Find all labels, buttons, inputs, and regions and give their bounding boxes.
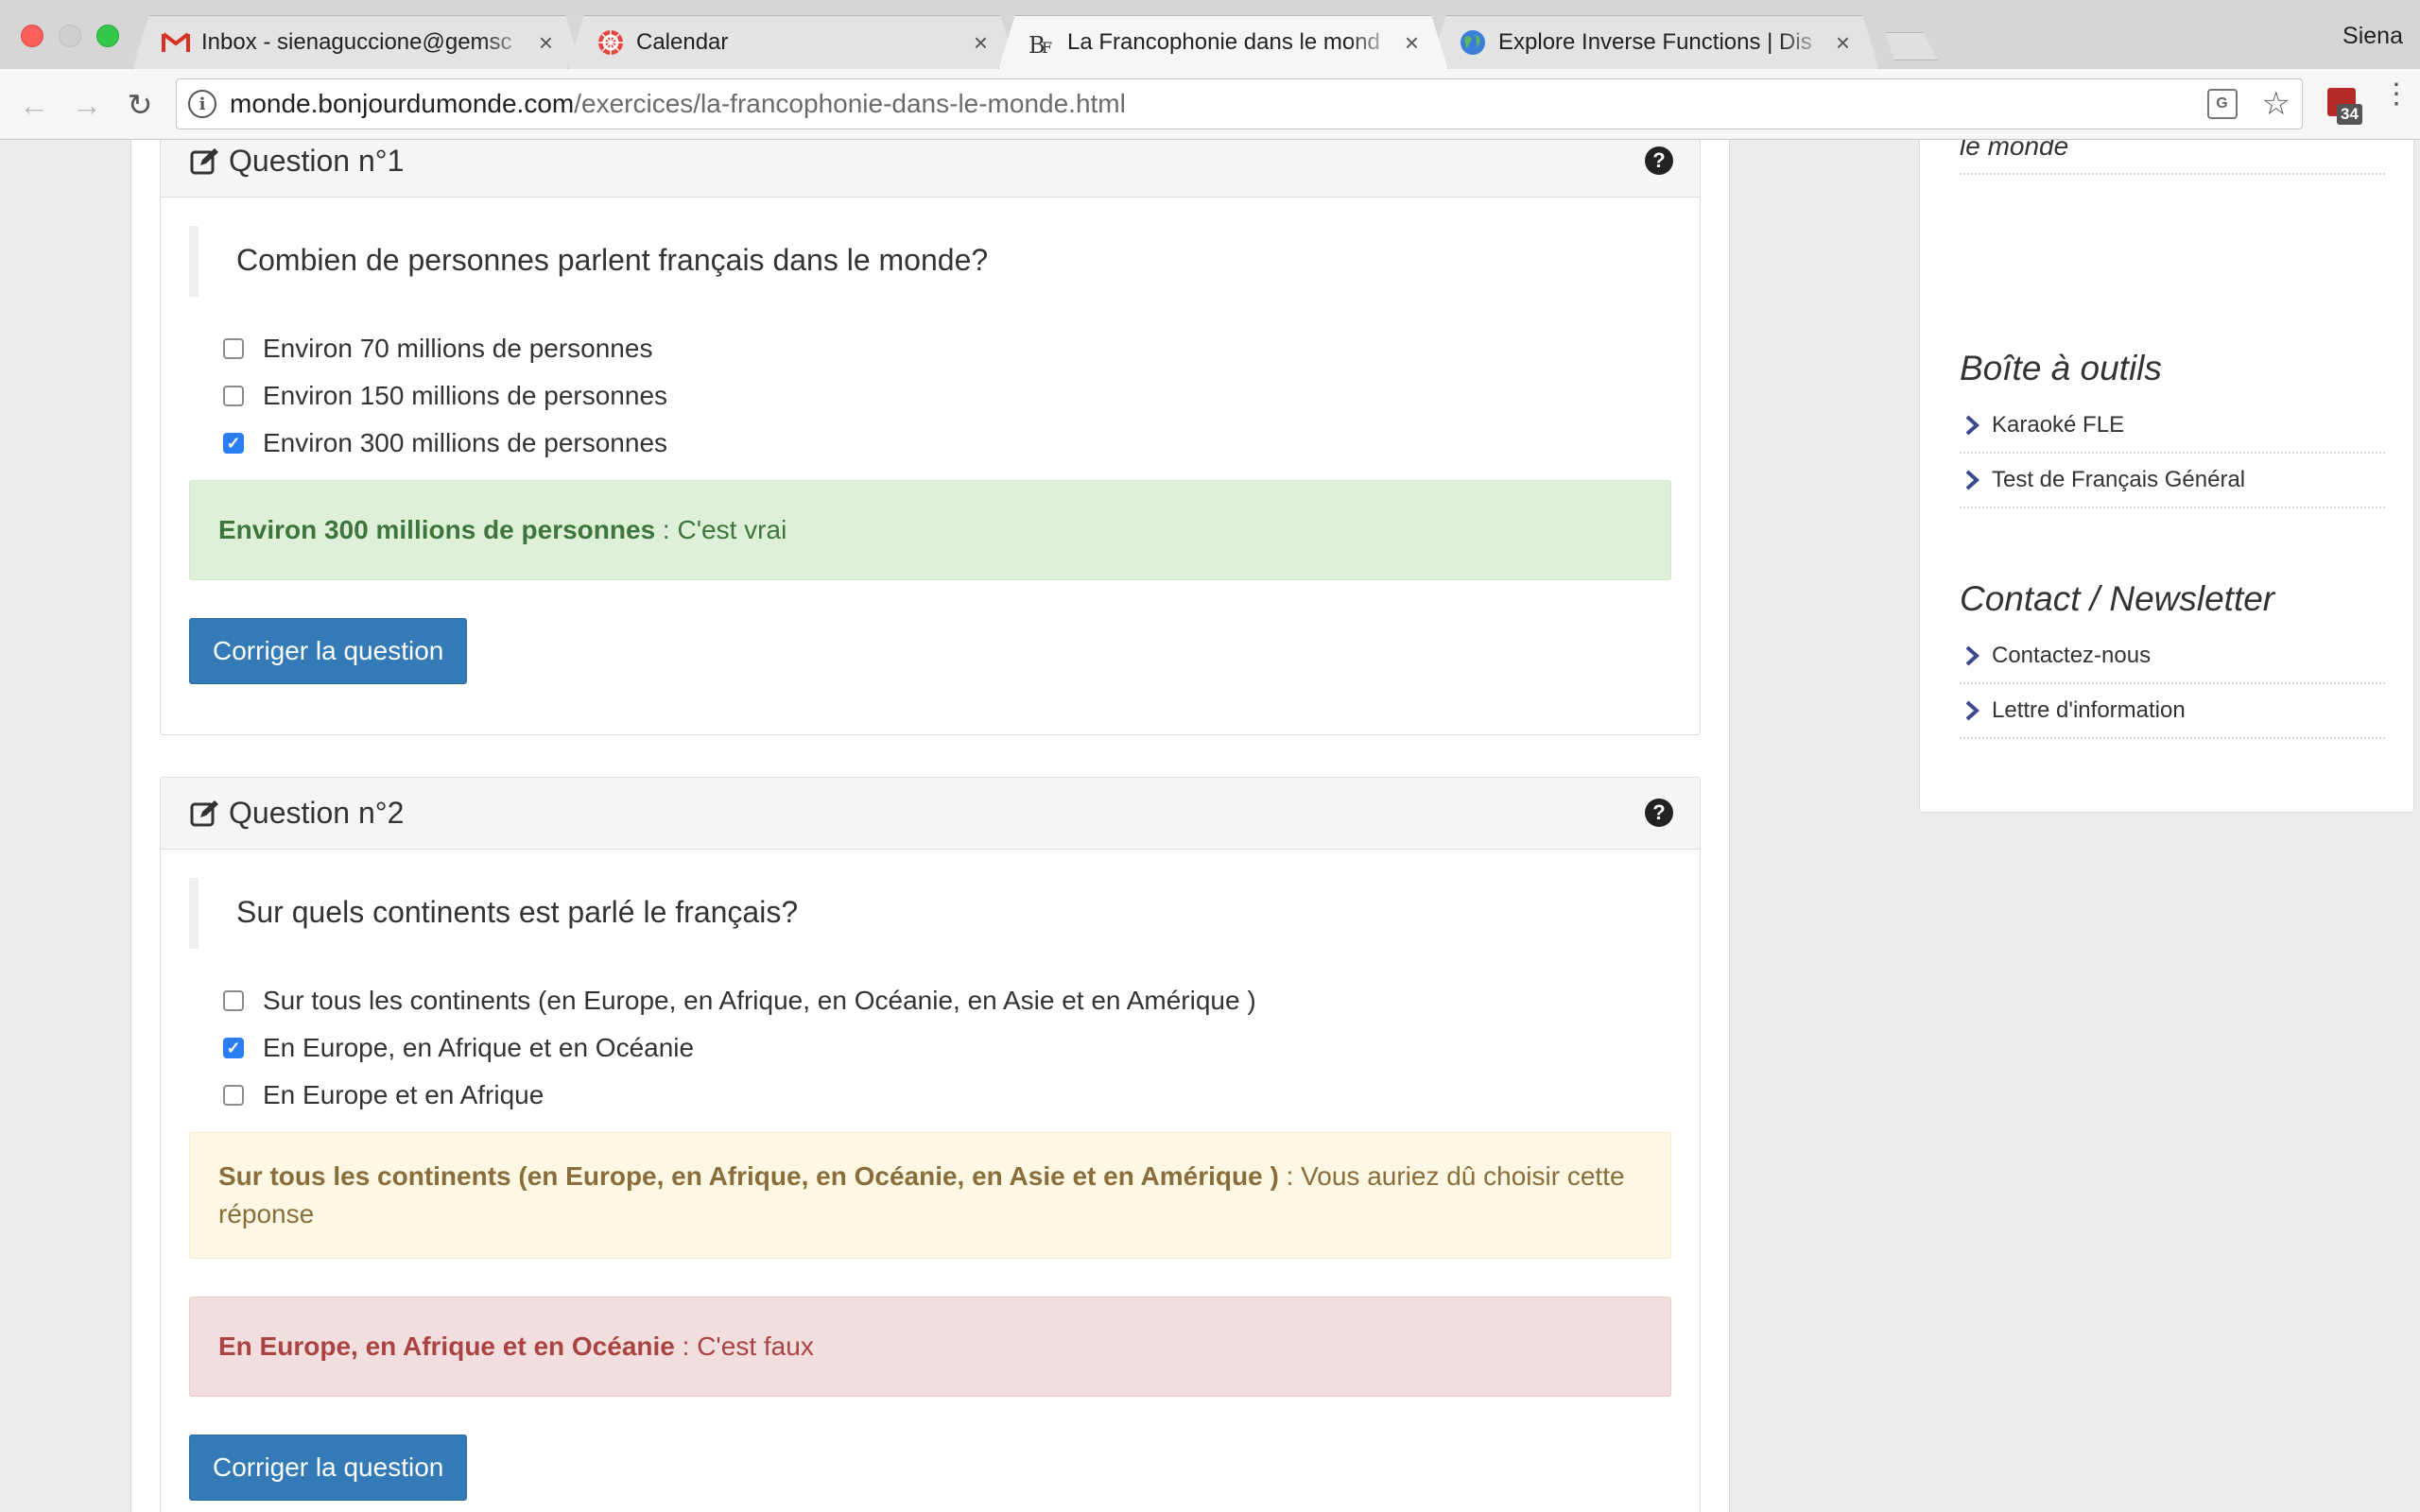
tab-calendar[interactable]: Calendar × — [567, 15, 1017, 69]
correct-question-button[interactable]: Corriger la question — [189, 618, 468, 684]
sidebar-link-partial[interactable]: le monde — [1960, 140, 2385, 175]
new-tab-button[interactable] — [1879, 32, 1938, 60]
forward-icon[interactable]: → — [68, 86, 106, 124]
close-icon[interactable]: × — [1836, 28, 1850, 58]
close-icon[interactable]: × — [1405, 28, 1419, 58]
feedback-danger: En Europe, en Afrique et en Océanie : C'… — [189, 1297, 1671, 1397]
translate-icon[interactable]: G — [2206, 89, 2238, 119]
address-bar[interactable]: i monde.bonjourdumonde.com/exercices/la-… — [176, 78, 2303, 129]
feedback-answer: Sur tous les continents (en Europe, en A… — [218, 1161, 1279, 1191]
feedback-message: : C'est vrai — [655, 515, 787, 544]
browser-toolbar: ← → ↻ i monde.bonjourdumonde.com/exercic… — [0, 69, 2420, 140]
question-panel-1: Question n°1 ? Combien de personnes parl… — [160, 140, 1701, 735]
chevron-right-icon — [1965, 470, 1979, 490]
close-icon[interactable]: × — [974, 28, 988, 58]
question-title: Question n°2 — [229, 796, 405, 830]
calendar-extension-icon[interactable]: 34 — [2327, 88, 2362, 125]
sidebar: le monde Boîte à outils Karaoké FLE Test… — [1919, 140, 2414, 813]
answer-checkbox[interactable]: ✓ — [223, 433, 244, 454]
svg-text:F: F — [1042, 39, 1052, 57]
answer-checkbox[interactable] — [223, 386, 244, 406]
question-heading: Question n°2 ? — [161, 778, 1700, 850]
sidebar-item-label: Contactez-nous — [1992, 643, 2152, 668]
edit-icon — [190, 147, 218, 174]
sidebar-item-label: Lettre d'information — [1992, 697, 2186, 723]
gmail-icon — [162, 28, 190, 57]
sidebar-item-karaoke[interactable]: Karaoké FLE — [1960, 399, 2385, 454]
page-viewport: Question n°1 ? Combien de personnes parl… — [0, 140, 2420, 1512]
tab-title: Inbox - sienaguccione@gemsc — [201, 29, 512, 55]
answer-option[interactable]: Environ 150 millions de personnes — [223, 372, 1671, 420]
sidebar-item-test[interactable]: Test de Français Général — [1960, 454, 2385, 508]
menu-icon[interactable]: ⋮ — [2382, 80, 2411, 109]
minimize-window-button[interactable] — [59, 25, 81, 47]
answer-checkbox[interactable] — [223, 1085, 244, 1106]
profile-name[interactable]: Siena — [2342, 23, 2403, 50]
answer-option[interactable]: ✓ Environ 300 millions de personnes — [223, 420, 1671, 467]
tab-title: Explore Inverse Functions | Dis — [1498, 29, 1812, 55]
feedback-message: : C'est faux — [674, 1332, 814, 1361]
edit-icon — [190, 799, 218, 826]
extension-badge: 34 — [2337, 104, 2362, 125]
tab-inbox[interactable]: Inbox - sienaguccione@gemsc × — [132, 15, 582, 69]
answer-checkbox[interactable] — [223, 338, 244, 359]
question-prompt: Combien de personnes parlent français da… — [189, 226, 1671, 297]
answer-label: Sur tous les continents (en Europe, en A… — [263, 986, 1256, 1015]
sidebar-item-contact[interactable]: Contactez-nous — [1960, 629, 2385, 684]
tab-francophonie[interactable]: BF La Francophonie dans le mond × — [998, 15, 1448, 69]
chevron-right-icon — [1965, 415, 1979, 436]
back-icon[interactable]: ← — [15, 86, 53, 124]
answer-label: Environ 150 millions de personnes — [263, 381, 668, 410]
question-title: Question n°1 — [229, 144, 405, 178]
answer-option[interactable]: Environ 70 millions de personnes — [223, 325, 1671, 372]
answer-option[interactable]: ✓ En Europe, en Afrique et en Océanie — [223, 1024, 1671, 1072]
url-text[interactable]: monde.bonjourdumonde.com/exercices/la-fr… — [230, 89, 1126, 119]
tab-title: Calendar — [636, 29, 729, 55]
question-panel-2: Question n°2 ? Sur quels continents est … — [160, 777, 1701, 1512]
sidebar-heading-tools: Boîte à outils — [1960, 349, 2162, 387]
calendar-icon — [596, 28, 625, 57]
correct-question-button[interactable]: Corriger la question — [189, 1435, 468, 1501]
answer-label: Environ 70 millions de personnes — [263, 334, 653, 363]
question-prompt: Sur quels continents est parlé le frança… — [189, 878, 1671, 949]
answer-checkbox[interactable] — [223, 990, 244, 1011]
answer-option[interactable]: Sur tous les continents (en Europe, en A… — [223, 977, 1671, 1024]
question-heading: Question n°1 ? — [161, 140, 1700, 198]
tab-title: La Francophonie dans le mond — [1067, 29, 1380, 55]
sidebar-item-newsletter[interactable]: Lettre d'information — [1960, 684, 2385, 739]
bf-icon: BF — [1028, 28, 1056, 57]
globe-icon — [1459, 28, 1487, 57]
close-window-button[interactable] — [21, 25, 43, 47]
zoom-window-button[interactable] — [96, 25, 119, 47]
answer-label: En Europe et en Afrique — [263, 1080, 544, 1109]
help-icon[interactable]: ? — [1645, 799, 1673, 827]
answer-checkbox[interactable]: ✓ — [223, 1038, 244, 1058]
chevron-right-icon — [1965, 645, 1979, 666]
feedback-success: Environ 300 millions de personnes : C'es… — [189, 480, 1671, 580]
sidebar-item-label: Test de Français Général — [1992, 467, 2246, 492]
bookmark-star-icon[interactable]: ☆ — [2262, 87, 2290, 121]
info-icon[interactable]: i — [188, 90, 216, 118]
feedback-answer: Environ 300 millions de personnes — [218, 515, 656, 544]
content-column: Question n°1 ? Combien de personnes parl… — [130, 140, 2414, 1512]
feedback-answer: En Europe, en Afrique et en Océanie — [218, 1332, 675, 1361]
close-icon[interactable]: × — [539, 28, 553, 58]
reload-icon[interactable]: ↻ — [121, 86, 159, 124]
answer-option[interactable]: En Europe et en Afrique — [223, 1072, 1671, 1119]
tab-strip: Inbox - sienaguccione@gemsc × Calendar ×… — [0, 0, 2420, 69]
sidebar-item-label: Karaoké FLE — [1992, 412, 2125, 438]
answer-label: Environ 300 millions de personnes — [263, 428, 668, 457]
sidebar-heading-contact: Contact / Newsletter — [1960, 579, 2275, 618]
help-icon[interactable]: ? — [1645, 146, 1673, 175]
feedback-warning: Sur tous les continents (en Europe, en A… — [189, 1132, 1671, 1259]
chevron-right-icon — [1965, 700, 1979, 721]
answer-label: En Europe, en Afrique et en Océanie — [263, 1033, 695, 1062]
tab-inverse-functions[interactable]: Explore Inverse Functions | Dis × — [1429, 15, 1879, 69]
